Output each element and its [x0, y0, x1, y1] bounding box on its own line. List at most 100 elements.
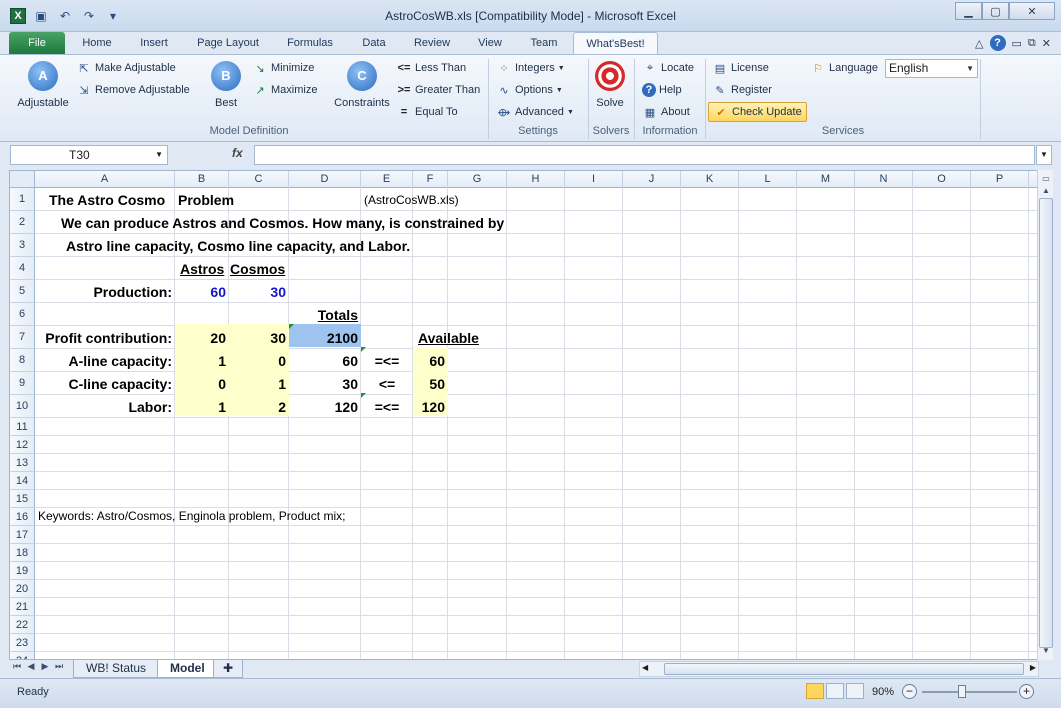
- cell-a7[interactable]: Profit contribution:: [35, 327, 175, 349]
- tab-review[interactable]: Review: [406, 32, 458, 54]
- help-icon[interactable]: ?: [989, 35, 1006, 51]
- cell-b10[interactable]: 1: [175, 396, 229, 418]
- language-select[interactable]: English ▼: [885, 59, 978, 78]
- row-header-16[interactable]: 16: [10, 508, 35, 526]
- adjustable-button[interactable]: A Adjustable: [12, 61, 74, 109]
- tab-insert[interactable]: Insert: [130, 32, 178, 54]
- first-sheet-icon[interactable]: ⏮: [11, 661, 23, 672]
- cell-a1[interactable]: The Astro Cosmo: [46, 189, 168, 211]
- cell-f10[interactable]: 120: [413, 396, 448, 418]
- cell-e9[interactable]: <=: [361, 373, 413, 395]
- cell-c8[interactable]: 0: [229, 350, 289, 372]
- cell-a16[interactable]: Keywords: Astro/Cosmos, Enginola problem…: [35, 505, 348, 527]
- cell-c10[interactable]: 2: [229, 396, 289, 418]
- row-header-1[interactable]: 1: [10, 188, 35, 211]
- horizontal-scroll-thumb[interactable]: [664, 663, 1024, 675]
- expand-formula-bar-icon[interactable]: ▼: [1036, 145, 1052, 165]
- cell-b8[interactable]: 1: [175, 350, 229, 372]
- row-header-14[interactable]: 14: [10, 472, 35, 490]
- scroll-down-icon[interactable]: ▼: [1039, 644, 1053, 658]
- tab-file[interactable]: File: [9, 32, 65, 54]
- row-header-17[interactable]: 17: [10, 526, 35, 544]
- row-header-13[interactable]: 13: [10, 454, 35, 472]
- scroll-left-icon[interactable]: ◀: [642, 663, 648, 672]
- column-header-h[interactable]: H: [507, 171, 565, 188]
- cell-a8[interactable]: A-line capacity:: [35, 350, 175, 372]
- row-header-4[interactable]: 4: [10, 257, 35, 280]
- column-header-b[interactable]: B: [175, 171, 229, 188]
- row-header-7[interactable]: 7: [10, 326, 35, 349]
- constraints-button[interactable]: C Constraints: [330, 61, 394, 109]
- about-button[interactable]: ▦ About: [642, 103, 690, 121]
- zoom-slider-track[interactable]: [922, 691, 1017, 693]
- cell-f8[interactable]: 60: [413, 350, 448, 372]
- cell-a2[interactable]: We can produce Astros and Cosmos. How ma…: [58, 212, 507, 234]
- zoom-level[interactable]: 90%: [872, 686, 894, 698]
- maximize-objective-button[interactable]: ↗ Maximize: [252, 81, 317, 99]
- row-header-23[interactable]: 23: [10, 634, 35, 652]
- column-header-g[interactable]: G: [448, 171, 507, 188]
- help-button[interactable]: ? Help: [642, 81, 682, 99]
- cell-e10[interactable]: =<=: [361, 396, 413, 418]
- normal-view-icon[interactable]: [806, 683, 824, 699]
- row-header-11[interactable]: 11: [10, 418, 35, 436]
- column-header-j[interactable]: J: [623, 171, 681, 188]
- prev-sheet-icon[interactable]: ◀: [25, 661, 37, 672]
- column-header-a[interactable]: A: [35, 171, 175, 188]
- page-layout-view-icon[interactable]: [826, 683, 844, 699]
- solve-button[interactable]: Solve: [592, 61, 628, 109]
- column-header-p[interactable]: P: [971, 171, 1029, 188]
- row-header-2[interactable]: 2: [10, 211, 35, 234]
- column-header-d[interactable]: D: [289, 171, 361, 188]
- next-sheet-icon[interactable]: ▶: [39, 661, 51, 672]
- advanced-button[interactable]: ⟴ Advanced ▼: [496, 103, 574, 121]
- column-header-l[interactable]: L: [739, 171, 797, 188]
- doc-restore-icon[interactable]: ⧉: [1028, 37, 1036, 50]
- tab-whatsbest[interactable]: What'sBest!: [573, 32, 658, 54]
- row-header-9[interactable]: 9: [10, 372, 35, 395]
- greater-than-button[interactable]: >= Greater Than: [396, 81, 481, 99]
- close-window-button[interactable]: ✕: [1009, 2, 1055, 20]
- collapse-ribbon-icon[interactable]: △: [975, 37, 983, 50]
- insert-function-icon[interactable]: fx: [232, 146, 243, 160]
- cell-a9[interactable]: C-line capacity:: [35, 373, 175, 395]
- vertical-scrollbar[interactable]: ▭ ▲ ▼: [1037, 170, 1053, 660]
- cell-d8[interactable]: 60: [289, 350, 361, 372]
- register-button[interactable]: ✎ Register: [712, 81, 772, 99]
- best-button[interactable]: B Best: [208, 61, 244, 109]
- row-header-20[interactable]: 20: [10, 580, 35, 598]
- cell-b4[interactable]: Astros: [177, 258, 227, 280]
- row-header-5[interactable]: 5: [10, 280, 35, 303]
- column-header-o[interactable]: O: [913, 171, 971, 188]
- cell-c9[interactable]: 1: [229, 373, 289, 395]
- doc-close-icon[interactable]: ✕: [1042, 37, 1051, 50]
- locate-button[interactable]: ⌖ Locate: [642, 59, 694, 77]
- row-header-21[interactable]: 21: [10, 598, 35, 616]
- column-header-f[interactable]: F: [413, 171, 448, 188]
- cell-d10[interactable]: 120: [289, 396, 361, 418]
- remove-adjustable-button[interactable]: ⇲ Remove Adjustable: [76, 81, 189, 99]
- scroll-up-icon[interactable]: ▲: [1039, 184, 1053, 198]
- zoom-slider-thumb[interactable]: [958, 685, 966, 698]
- row-header-12[interactable]: 12: [10, 436, 35, 454]
- row-header-10[interactable]: 10: [10, 395, 35, 418]
- less-than-button[interactable]: <= Less Than: [396, 59, 467, 77]
- insert-sheet-icon[interactable]: ✚: [213, 660, 243, 678]
- horizontal-scrollbar[interactable]: ◀ ▶: [639, 661, 1039, 677]
- column-header-k[interactable]: K: [681, 171, 739, 188]
- row-header-15[interactable]: 15: [10, 490, 35, 508]
- minimize-window-button[interactable]: ▁: [955, 2, 982, 20]
- tab-view[interactable]: View: [466, 32, 514, 54]
- check-update-button[interactable]: ✔ Check Update: [708, 102, 807, 122]
- row-header-22[interactable]: 22: [10, 616, 35, 634]
- integers-button[interactable]: ⁘ Integers ▼: [496, 59, 564, 77]
- cell-a10[interactable]: Labor:: [35, 396, 175, 418]
- cell-e8[interactable]: =<=: [361, 350, 413, 372]
- minimize-objective-button[interactable]: ↘ Minimize: [252, 59, 314, 77]
- column-header-c[interactable]: C: [229, 171, 289, 188]
- row-header-24[interactable]: 24: [10, 652, 35, 659]
- options-button[interactable]: ∿ Options ▼: [496, 81, 562, 99]
- cell-b5[interactable]: 60: [175, 281, 229, 303]
- cell-c7[interactable]: 30: [229, 327, 289, 349]
- make-adjustable-button[interactable]: ⇱ Make Adjustable: [76, 59, 175, 77]
